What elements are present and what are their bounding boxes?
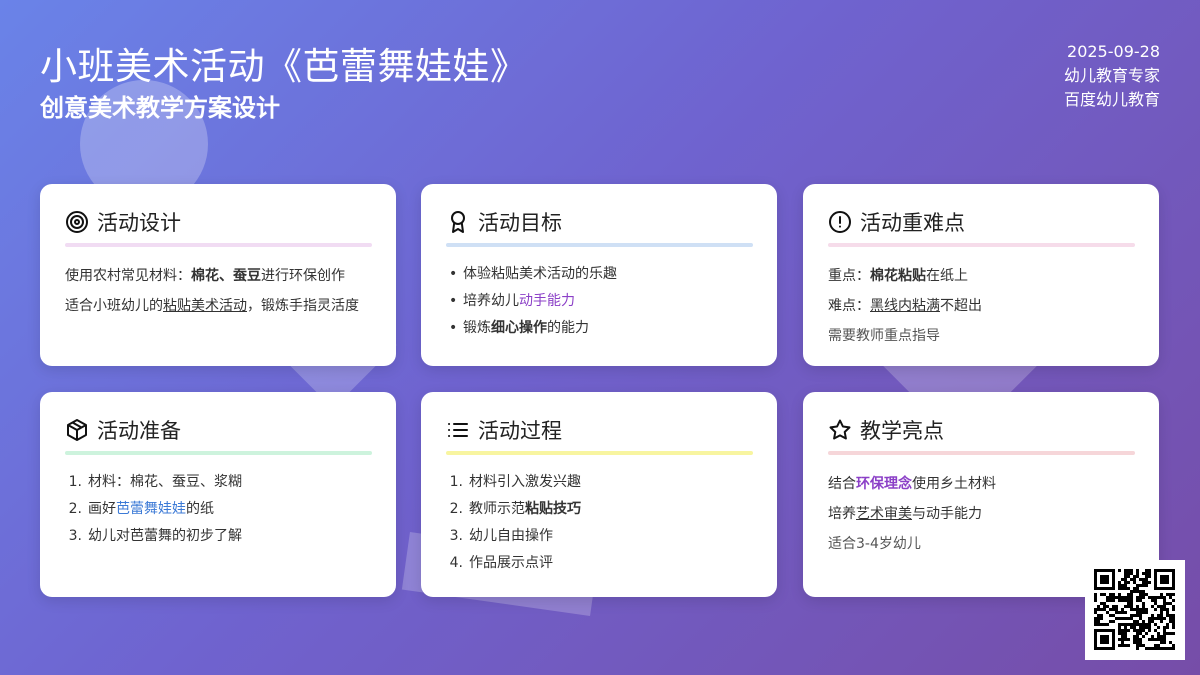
page-title: 小班美术活动《芭蕾舞娃娃》 [40,45,528,88]
text-line: 需要教师重点指导 [828,328,940,344]
author: 幼儿教育专家 [1063,66,1160,85]
card-activity-prep: 活动准备 1. 材料：棉花、蚕豆、浆糊 2. 画好芭蕾舞娃娃的纸 3. 幼儿对芭蕾舞的… [40,392,396,597]
qr-code-icon[interactable] [1085,560,1185,660]
list-item: 1. 材料引入激发兴趣 [449,474,581,490]
goal-list: 体验粘贴美术活动的乐趣 培养幼儿动手能力 锻炼细心操作的能力 [446,261,753,342]
card-title: 活动准备 [97,419,181,443]
prep-list: 1. 材料：棉花、蚕豆、浆糊 2. 画好芭蕾舞娃娃的纸 3. 幼儿对芭蕾舞的初步了解 [65,469,372,550]
list-item: 2. 教师示范粘贴技巧 [449,501,581,517]
list-item: 4. 作品展示点评 [449,555,553,571]
card-title: 活动重难点 [860,211,965,235]
card-divider [828,243,1135,247]
card-title: 活动设计 [97,211,181,235]
card-divider [446,451,753,455]
card-divider [446,243,753,247]
date: 2025-09-28 [1067,42,1160,61]
text-line: 结合环保理念使用乡土材料 [828,476,996,492]
card-title: 活动目标 [478,211,562,235]
page-subtitle: 创意美术教学方案设计 [40,94,280,122]
star-icon [828,418,852,442]
list-item: 2. 画好芭蕾舞娃娃的纸 [68,501,214,517]
target-icon [65,210,89,234]
list-item: 1. 材料：棉花、蚕豆、浆糊 [68,474,242,490]
list-item: 培养幼儿动手能力 [446,288,753,315]
source: 百度幼儿教育 [1063,90,1160,109]
card-divider [65,243,372,247]
text-line: 难点：黑线内粘满不超出 [828,298,982,314]
card-title: 教学亮点 [860,419,944,443]
card-title: 活动过程 [478,419,562,443]
card-activity-goals: 活动目标 体验粘贴美术活动的乐趣 培养幼儿动手能力 锻炼细心操作的能力 [421,184,777,366]
meta-info: 2025-09-28 幼儿教育专家 百度幼儿教育 [1064,40,1160,112]
list-item: 3. 幼儿对芭蕾舞的初步了解 [68,528,242,544]
process-list: 1. 材料引入激发兴趣 2. 教师示范粘贴技巧 3. 幼儿自由操作 4. 作品展示点评 [446,469,753,577]
award-icon [446,210,470,234]
card-divider [828,451,1135,455]
list-item: 锻炼细心操作的能力 [446,315,753,342]
text-line: 重点：棉花粘贴在纸上 [828,268,968,284]
text-line: 适合3-4岁幼儿 [828,536,921,552]
card-key-difficulties: 活动重难点 重点：棉花粘贴在纸上 难点：黑线内粘满不超出 需要教师重点指导 [803,184,1159,366]
list-item: 3. 幼儿自由操作 [449,528,553,544]
box-icon [65,418,89,442]
alert-circle-icon [828,210,852,234]
card-activity-process: 活动过程 1. 材料引入激发兴趣 2. 教师示范粘贴技巧 3. 幼儿自由操作 4. 作品… [421,392,777,597]
list-item: 体验粘贴美术活动的乐趣 [446,261,753,288]
text-line: 适合小班幼儿的粘贴美术活动，锻炼手指灵活度 [65,298,359,314]
card-divider [65,451,372,455]
text-line: 使用农村常见材料：棉花、蚕豆进行环保创作 [65,268,345,284]
card-activity-design: 活动设计 使用农村常见材料：棉花、蚕豆进行环保创作 适合小班幼儿的粘贴美术活动，… [40,184,396,366]
list-icon [446,418,470,442]
text-line: 培养艺术审美与动手能力 [828,506,982,522]
